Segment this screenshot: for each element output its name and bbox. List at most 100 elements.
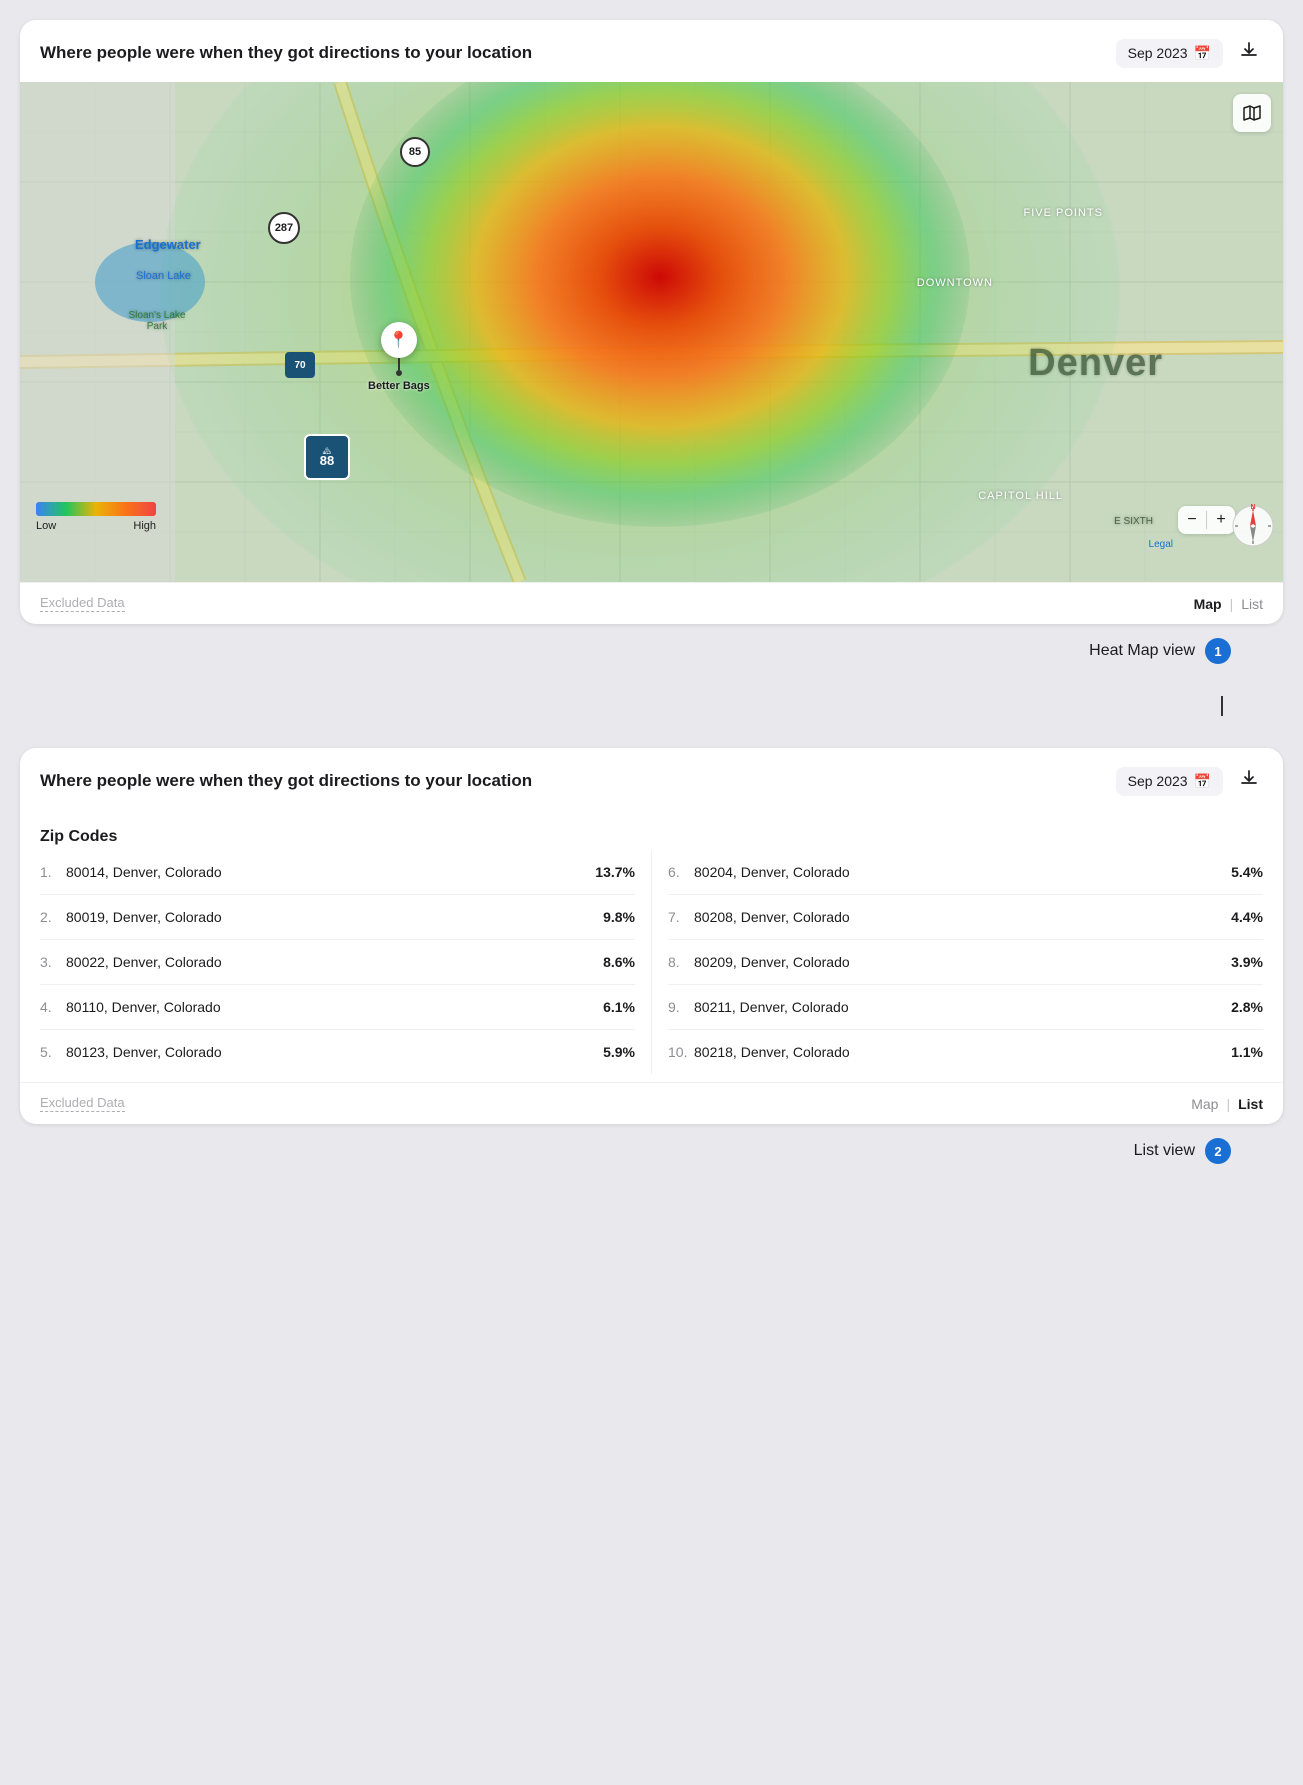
list-date-label: Sep 2023 xyxy=(1128,773,1188,789)
zip-name: 80208, Denver, Colorado xyxy=(694,909,850,925)
zip-row: 10. 80218, Denver, Colorado 1.1% xyxy=(668,1030,1263,1074)
zip-row: 7. 80208, Denver, Colorado 4.4% xyxy=(668,895,1263,940)
step-badge-1: 1 xyxy=(1205,638,1231,664)
heatmap-card-footer: Excluded Data Map | List xyxy=(20,582,1283,624)
export-icon xyxy=(1239,40,1259,60)
zip-row: 2. 80019, Denver, Colorado 9.8% xyxy=(40,895,635,940)
zip-pct: 5.9% xyxy=(603,1044,635,1060)
heatmap-card: Where people were when they got directio… xyxy=(20,20,1283,624)
zip-row-left: 6. 80204, Denver, Colorado xyxy=(668,864,850,880)
heatmap-header-controls: Sep 2023 📅 xyxy=(1116,38,1263,68)
excluded-data-link[interactable]: Excluded Data xyxy=(40,595,125,612)
map-icon-button[interactable] xyxy=(1233,94,1271,132)
zip-pct: 1.1% xyxy=(1231,1044,1263,1060)
list-map-toggle[interactable]: Map xyxy=(1191,1096,1218,1112)
zip-rank: 9. xyxy=(668,999,688,1015)
zip-name: 80209, Denver, Colorado xyxy=(694,954,850,970)
view-toggle: Map | List xyxy=(1194,596,1263,612)
zip-row: 5. 80123, Denver, Colorado 5.9% xyxy=(40,1030,635,1074)
zip-row: 3. 80022, Denver, Colorado 8.6% xyxy=(40,940,635,985)
legend-high: High xyxy=(133,520,156,532)
zip-rank: 4. xyxy=(40,999,60,1015)
list-card-title: Where people were when they got directio… xyxy=(40,771,532,791)
zip-pct: 2.8% xyxy=(1231,999,1263,1015)
list-calendar-icon: 📅 xyxy=(1194,773,1211,790)
zip-pct: 13.7% xyxy=(595,864,635,880)
date-picker[interactable]: Sep 2023 📅 xyxy=(1116,39,1223,68)
zip-row: 6. 80204, Denver, Colorado 5.4% xyxy=(668,850,1263,895)
map-layers-icon xyxy=(1242,103,1262,123)
heatmap-view-label: Heat Map view xyxy=(1089,642,1195,660)
zip-name: 80022, Denver, Colorado xyxy=(66,954,222,970)
list-view-label: List view xyxy=(1134,1142,1195,1160)
list-export-button[interactable] xyxy=(1235,766,1263,796)
date-label: Sep 2023 xyxy=(1128,45,1188,61)
zip-row-left: 7. 80208, Denver, Colorado xyxy=(668,909,850,925)
heatmap-legend: Low High xyxy=(36,502,156,532)
column-divider xyxy=(651,850,652,1074)
zip-name: 80110, Denver, Colorado xyxy=(66,999,221,1015)
zoom-controls: − + xyxy=(1178,506,1235,534)
zip-pct: 6.1% xyxy=(603,999,635,1015)
zip-row: 8. 80209, Denver, Colorado 3.9% xyxy=(668,940,1263,985)
zip-section: Zip Codes 1. 80014, Denver, Colorado 13.… xyxy=(20,810,1283,1082)
zip-table: 1. 80014, Denver, Colorado 13.7% 2. 8001… xyxy=(40,850,1263,1074)
connector1 xyxy=(20,696,1283,716)
zip-rank: 1. xyxy=(40,864,60,880)
zip-row-left: 5. 80123, Denver, Colorado xyxy=(40,1044,222,1060)
zip-row-left: 4. 80110, Denver, Colorado xyxy=(40,999,221,1015)
zip-pct: 8.6% xyxy=(603,954,635,970)
legend-color-bar xyxy=(36,502,156,516)
list-view-toggle-group: Map | List xyxy=(1191,1096,1263,1112)
heatmap-overlay xyxy=(20,82,1283,582)
zip-rank: 6. xyxy=(668,864,688,880)
zoom-out-button[interactable]: − xyxy=(1178,506,1206,534)
zip-pct: 3.9% xyxy=(1231,954,1263,970)
heatmap-view-label-row: Heat Map view 1 xyxy=(20,638,1283,664)
zip-name: 80211, Denver, Colorado xyxy=(694,999,849,1015)
zip-rank: 7. xyxy=(668,909,688,925)
zip-left-column: 1. 80014, Denver, Colorado 13.7% 2. 8001… xyxy=(40,850,635,1074)
list-view-label-row: List view 2 xyxy=(20,1138,1283,1164)
zip-row-left: 1. 80014, Denver, Colorado xyxy=(40,864,222,880)
legal-link[interactable]: Legal xyxy=(1149,539,1173,550)
zip-row-left: 8. 80209, Denver, Colorado xyxy=(668,954,850,970)
zip-name: 80218, Denver, Colorado xyxy=(694,1044,850,1060)
list-date-picker[interactable]: Sep 2023 📅 xyxy=(1116,767,1223,796)
zip-pct: 4.4% xyxy=(1231,909,1263,925)
export-button[interactable] xyxy=(1235,38,1263,68)
list-header-controls: Sep 2023 📅 xyxy=(1116,766,1263,796)
compass: N xyxy=(1231,504,1275,548)
legend-low: Low xyxy=(36,520,56,532)
calendar-icon: 📅 xyxy=(1194,45,1211,62)
zip-name: 80204, Denver, Colorado xyxy=(694,864,850,880)
list-export-icon xyxy=(1239,768,1259,788)
zip-pct: 5.4% xyxy=(1231,864,1263,880)
zip-name: 80014, Denver, Colorado xyxy=(66,864,222,880)
zip-right-column: 6. 80204, Denver, Colorado 5.4% 7. 80208… xyxy=(668,850,1263,1074)
zip-name: 80019, Denver, Colorado xyxy=(66,909,222,925)
zip-row-left: 9. 80211, Denver, Colorado xyxy=(668,999,849,1015)
list-card: Where people were when they got directio… xyxy=(20,748,1283,1124)
list-excluded-data-link[interactable]: Excluded Data xyxy=(40,1095,125,1112)
zip-rank: 2. xyxy=(40,909,60,925)
zip-row-left: 2. 80019, Denver, Colorado xyxy=(40,909,222,925)
map-view-toggle[interactable]: Map xyxy=(1194,596,1222,612)
heatmap-card-title: Where people were when they got directio… xyxy=(40,43,532,63)
list-view-toggle[interactable]: List xyxy=(1241,596,1263,612)
legend-labels: Low High xyxy=(36,520,156,532)
zip-row: 4. 80110, Denver, Colorado 6.1% xyxy=(40,985,635,1030)
step-badge-2: 2 xyxy=(1205,1138,1231,1164)
zip-row-left: 10. 80218, Denver, Colorado xyxy=(668,1044,850,1060)
zip-pct: 9.8% xyxy=(603,909,635,925)
zip-row: 1. 80014, Denver, Colorado 13.7% xyxy=(40,850,635,895)
zip-row-left: 3. 80022, Denver, Colorado xyxy=(40,954,222,970)
zip-rank: 3. xyxy=(40,954,60,970)
zip-row: 9. 80211, Denver, Colorado 2.8% xyxy=(668,985,1263,1030)
heatmap-card-header: Where people were when they got directio… xyxy=(20,20,1283,82)
heat-map[interactable]: 85 287 70 🏔 88 📍 Better Bags Edgewater S… xyxy=(20,82,1283,582)
zip-rank: 8. xyxy=(668,954,688,970)
zip-rank: 5. xyxy=(40,1044,60,1060)
list-list-toggle[interactable]: List xyxy=(1238,1096,1263,1112)
zip-heading: Zip Codes xyxy=(40,828,1263,846)
